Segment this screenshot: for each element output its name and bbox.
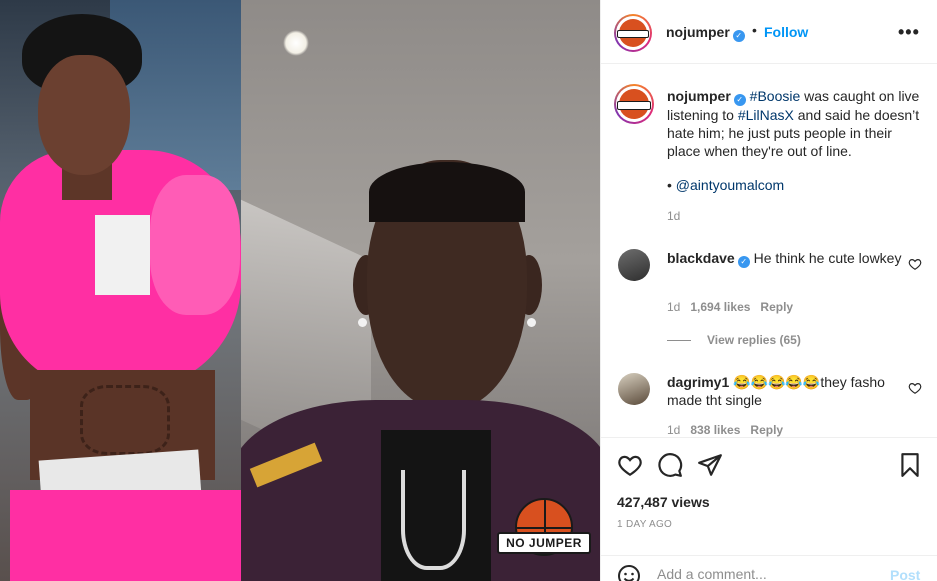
comment-icon[interactable] [657, 452, 683, 478]
action-bar [601, 437, 937, 487]
reply-button[interactable]: Reply [760, 300, 793, 314]
view-count[interactable]: 427,487 views [617, 494, 710, 510]
person-hair [369, 162, 525, 222]
view-replies-label: View replies (65) [707, 333, 801, 347]
verified-badge-icon: ✓ [732, 30, 745, 42]
verified-badge-icon: ✓ [733, 94, 746, 106]
mention-link[interactable]: @aintyoumalcom [676, 177, 784, 193]
comment-body: He think he cute lowkey [753, 250, 902, 266]
comment-meta: 1d 838 likes Reply [667, 423, 793, 437]
comment-text: dagrimy1 😂😂😂😂😂they fasho made tht single [667, 373, 907, 409]
more-options-icon[interactable]: ••• [898, 22, 920, 43]
caption-timestamp[interactable]: 1d [667, 209, 680, 223]
replies-divider [667, 340, 691, 342]
earring-left [358, 318, 367, 327]
follow-button[interactable]: Follow [764, 24, 808, 40]
author-avatar[interactable] [614, 14, 652, 52]
comment-like-icon[interactable] [908, 381, 922, 395]
post-caption: nojumper ✓ #Boosie was caught on live lis… [667, 87, 927, 160]
chain-necklace [401, 470, 466, 570]
mention-bullet: • [667, 177, 676, 193]
post-header: nojumper ✓ • Follow ••• [601, 0, 937, 64]
hashtag-boosie[interactable]: #Boosie [750, 88, 801, 104]
commenter-avatar[interactable] [618, 249, 650, 281]
comment-emoji: 😂😂😂😂😂 [733, 374, 821, 390]
caption-username[interactable]: nojumper [667, 88, 731, 104]
separator-dot: • [752, 22, 757, 38]
person-head [38, 55, 130, 175]
comment-likes[interactable]: 838 likes [690, 423, 740, 437]
comment-text: blackdave ✓ He think he cute lowkey [667, 249, 907, 268]
author-username-row: nojumper ✓ [666, 24, 745, 42]
verified-badge-icon: ✓ [737, 256, 750, 268]
reply-button[interactable]: Reply [750, 423, 783, 437]
caption-mention-line: • @aintyoumalcom [667, 177, 784, 193]
earring-right [527, 318, 536, 327]
no-jumper-watermark: NO JUMPER [497, 498, 591, 568]
author-username[interactable]: nojumper [666, 24, 730, 40]
heart-icon[interactable] [617, 452, 643, 478]
post-comment-button[interactable]: Post [890, 567, 920, 581]
post-date[interactable]: 1 DAY AGO [617, 519, 672, 530]
comments-list[interactable]: nojumper ✓ #Boosie was caught on live lis… [601, 65, 937, 437]
comment-likes[interactable]: 1,694 likes [690, 300, 750, 314]
watermark-text: NO JUMPER [497, 532, 591, 554]
ceiling-light [283, 30, 309, 56]
photo-left-panel [0, 0, 241, 581]
pink-shorts [10, 490, 241, 581]
commenter-avatar[interactable] [618, 373, 650, 405]
comment-timestamp[interactable]: 1d [667, 300, 680, 314]
white-shirt [95, 215, 150, 295]
comment-meta: 1d 1,694 likes Reply [667, 300, 803, 314]
bookmark-icon[interactable] [897, 452, 923, 478]
caption-author-avatar[interactable] [614, 84, 654, 124]
post-media[interactable]: NO JUMPER [0, 0, 600, 581]
commenter-username[interactable]: blackdave [667, 250, 735, 266]
comment-input[interactable] [657, 566, 877, 581]
comment-like-icon[interactable] [908, 257, 922, 271]
comment-timestamp[interactable]: 1d [667, 423, 680, 437]
video-right-panel: NO JUMPER [241, 0, 600, 581]
post-sidebar: nojumper ✓ • Follow ••• nojumper ✓ #Boosie… [600, 0, 937, 581]
hashtag-lilnasx[interactable]: #LilNasX [738, 107, 794, 123]
add-comment-bar: Post [601, 555, 937, 581]
commenter-username[interactable]: dagrimy1 [667, 374, 729, 390]
view-replies-button[interactable]: View replies (65) [667, 333, 801, 347]
share-icon[interactable] [697, 452, 723, 478]
emoji-icon[interactable] [617, 564, 641, 581]
pink-jacket-fold [150, 175, 240, 315]
tattoo [80, 385, 170, 455]
